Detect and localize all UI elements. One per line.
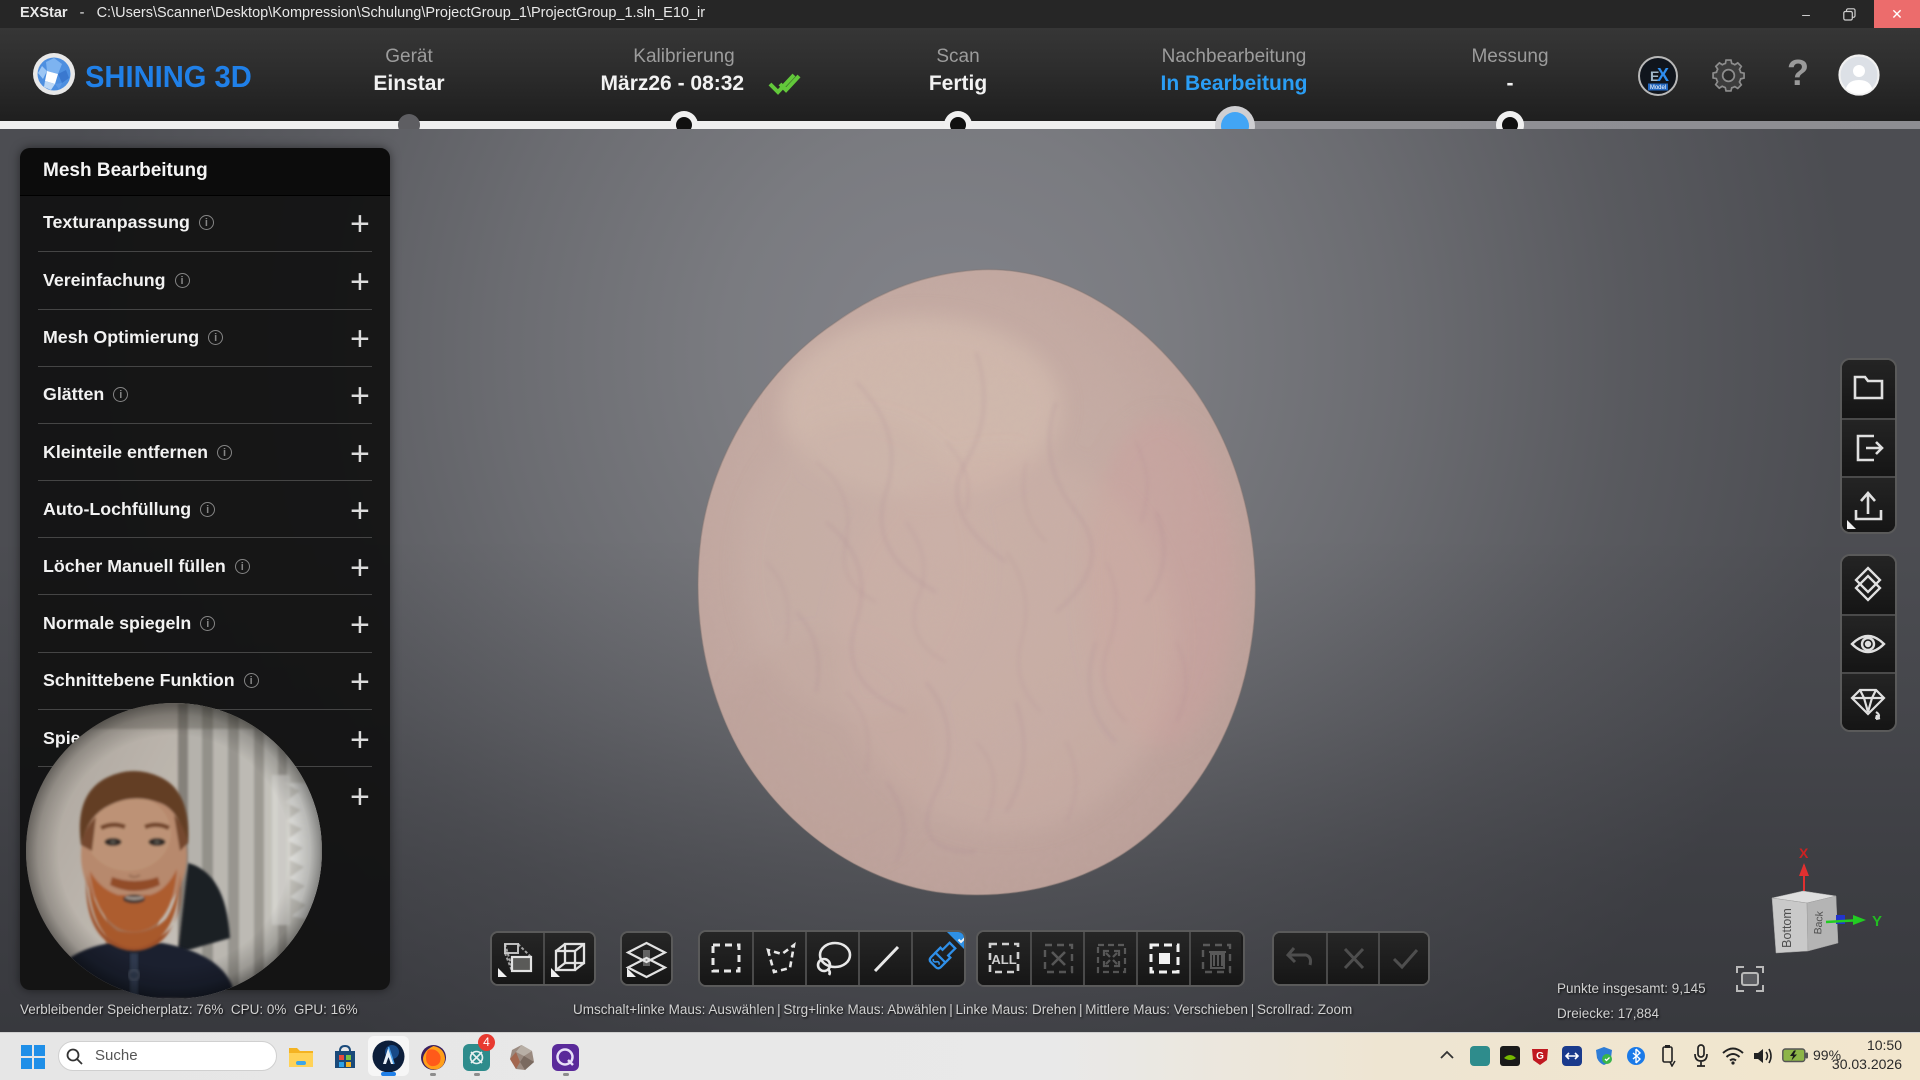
svg-text:Model: Model — [1650, 85, 1666, 91]
svg-text:Back: Back — [1812, 910, 1826, 935]
svg-text:X: X — [1657, 65, 1669, 85]
svg-text:X: X — [1799, 845, 1809, 861]
svg-text:Bottom: Bottom — [1780, 908, 1794, 948]
svg-text:G: G — [1536, 1051, 1544, 1062]
svg-text:ALL: ALL — [991, 952, 1016, 967]
svg-text:Y: Y — [1872, 913, 1882, 930]
